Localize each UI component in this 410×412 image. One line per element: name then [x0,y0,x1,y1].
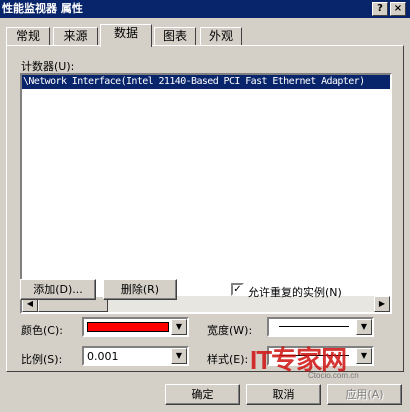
tab-graph[interactable]: 图表 [154,27,196,46]
cancel-button[interactable]: 取消 [246,384,321,405]
title-bar: 性能监视器 属性 ? × [0,0,410,18]
tab-general[interactable]: 常规 [6,27,50,46]
tab-appearance[interactable]: 外观 [200,27,242,46]
chevron-down-icon[interactable]: ▼ [356,319,372,335]
scale-label: 比例(S): [21,353,63,366]
counters-label: 计数器(U): [21,60,75,73]
width-combo[interactable]: ▼ [267,317,374,337]
line-width-sample [279,326,349,327]
tab-source[interactable]: 来源 [53,27,98,46]
color-label: 颜色(C): [21,324,63,337]
chevron-down-icon[interactable]: ▼ [356,348,372,364]
help-button[interactable]: ? [372,2,388,16]
list-item[interactable]: \Network Interface(Intel 21140-Based PCI… [22,75,390,89]
counters-list[interactable]: \Network Interface(Intel 21140-Based PCI… [20,73,392,314]
add-button[interactable]: 添加(D)... [20,279,96,300]
style-label: 样式(E): [207,353,249,366]
tab-strip: 常规 来源 数据 图表 外观 [6,24,406,47]
scale-value: 0.001 [87,350,119,363]
remove-button[interactable]: 删除(R) [103,279,177,300]
chevron-down-icon[interactable]: ▼ [171,319,187,335]
scroll-right-icon[interactable]: ▶ [374,296,390,312]
tab-data[interactable]: 数据 [100,24,152,47]
chevron-down-icon[interactable]: ▼ [171,348,187,364]
watermark-site: Ctocio.com.cn [308,371,359,380]
data-tab-panel: 计数器(U): \Network Interface(Intel 21140-B… [6,45,404,372]
width-label: 宽度(W): [207,324,253,337]
ok-button[interactable]: 确定 [165,384,240,405]
allow-duplicates-label: 允许重复的实例(N) [248,286,342,299]
apply-button[interactable]: 应用(A) [327,384,402,405]
line-style-sample [279,355,349,356]
close-button[interactable]: × [390,2,406,16]
allow-duplicates-checkbox[interactable]: ✓ [231,283,244,296]
color-swatch [87,322,169,332]
style-combo[interactable]: ▼ [267,346,374,366]
color-combo[interactable]: ▼ [82,317,189,337]
scale-combo[interactable]: 0.001 ▼ [82,346,189,366]
window-title: 性能监视器 属性 [2,2,83,15]
